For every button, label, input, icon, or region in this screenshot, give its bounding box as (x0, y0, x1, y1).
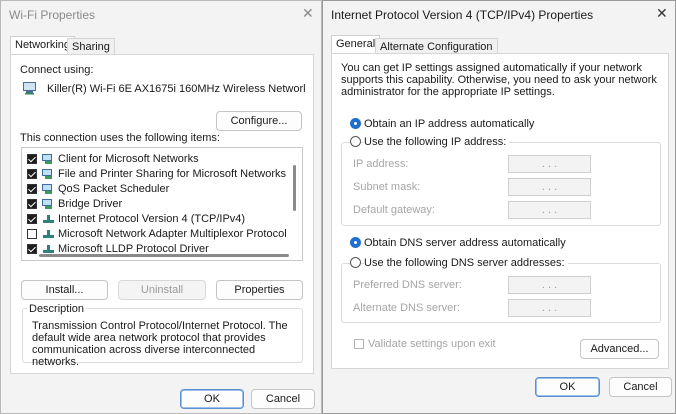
item-label: Internet Protocol Version 4 (TCP/IPv4) (58, 213, 246, 225)
intro-text: You can get IP settings assigned automat… (341, 62, 657, 98)
item-label: Bridge Driver (58, 198, 123, 210)
list-item[interactable]: File and Printer Sharing for Microsoft N… (23, 167, 291, 181)
validate-checkbox[interactable] (354, 339, 364, 349)
close-icon[interactable]: ✕ (302, 6, 314, 22)
list-hscrollbar[interactable] (39, 254, 289, 257)
item-label: QoS Packet Scheduler (58, 183, 170, 195)
advanced-button[interactable]: Advanced... (580, 339, 659, 359)
dns-auto-label[interactable]: Obtain DNS server address automatically (364, 237, 566, 249)
ip-auto-radio[interactable] (350, 118, 361, 129)
protocol-icon (42, 244, 55, 254)
item-label: Client for Microsoft Networks (58, 153, 199, 165)
window-title: Wi-Fi Properties (9, 8, 96, 22)
network-client-icon (42, 154, 55, 164)
ip-address-label: IP address: (353, 158, 409, 170)
window-title: Internet Protocol Version 4 (TCP/IPv4) P… (331, 8, 594, 22)
item-label: File and Printer Sharing for Microsoft N… (58, 168, 287, 180)
dns-manual-group (341, 263, 661, 323)
ip-manual-radio[interactable] (350, 136, 361, 147)
wifi-properties-window: Wi-Fi Properties ✕ Networking Sharing Co… (0, 0, 322, 414)
ip-manual-label[interactable]: Use the following IP address: (364, 136, 510, 148)
alternate-dns-label: Alternate DNS server: (353, 302, 460, 314)
list-item[interactable]: Microsoft Network Adapter Multiplexor Pr… (23, 227, 291, 241)
cancel-button[interactable]: Cancel (251, 389, 315, 409)
items-label: This connection uses the following items… (20, 132, 220, 144)
scheduler-icon (42, 184, 55, 194)
default-gateway-field[interactable]: . . . (508, 201, 591, 219)
list-item[interactable]: Internet Protocol Version 4 (TCP/IPv4) (23, 212, 291, 226)
alternate-dns-field[interactable]: . . . (508, 299, 591, 317)
item-checkbox[interactable] (27, 214, 37, 224)
dns-manual-label[interactable]: Use the following DNS server addresses: (364, 257, 568, 269)
protocol-icon (42, 214, 55, 224)
cancel-button[interactable]: Cancel (609, 377, 672, 397)
tab-networking[interactable]: Networking (10, 36, 76, 55)
configure-button[interactable]: Configure... (216, 111, 302, 131)
item-checkbox[interactable] (27, 169, 37, 179)
item-checkbox[interactable] (27, 199, 37, 209)
item-checkbox[interactable] (27, 184, 37, 194)
list-item[interactable]: Bridge Driver (23, 197, 291, 211)
item-label: Microsoft Network Adapter Multiplexor Pr… (58, 228, 287, 240)
list-scrollbar[interactable] (293, 165, 296, 211)
preferred-dns-field[interactable]: . . . (508, 276, 591, 294)
network-adapter-icon (23, 82, 37, 98)
description-text: Transmission Control Protocol/Internet P… (32, 320, 288, 368)
tab-general[interactable]: General (331, 35, 381, 54)
dns-manual-radio[interactable] (350, 257, 361, 268)
item-checkbox[interactable] (27, 244, 37, 254)
dns-auto-radio[interactable] (350, 237, 361, 248)
properties-button[interactable]: Properties (216, 280, 303, 300)
close-icon[interactable]: ✕ (656, 6, 668, 22)
item-checkbox[interactable] (27, 154, 37, 164)
ok-button[interactable]: OK (180, 389, 244, 409)
description-title: Description (27, 303, 87, 315)
ip-address-field[interactable]: . . . (508, 155, 591, 173)
subnet-mask-label: Subnet mask: (353, 181, 421, 193)
validate-label[interactable]: Validate settings upon exit (368, 338, 496, 350)
item-checkbox[interactable] (27, 229, 37, 239)
install-button[interactable]: Install... (21, 280, 108, 300)
default-gateway-label: Default gateway: (353, 204, 435, 216)
ip-auto-label[interactable]: Obtain an IP address automatically (364, 118, 534, 130)
subnet-mask-field[interactable]: . . . (508, 178, 591, 196)
protocol-icon (42, 229, 55, 239)
bridge-icon (42, 199, 55, 209)
ok-button[interactable]: OK (535, 377, 600, 397)
list-item[interactable]: QoS Packet Scheduler (23, 182, 291, 196)
preferred-dns-label: Preferred DNS server: (353, 279, 462, 291)
file-printer-sharing-icon (42, 169, 55, 179)
list-item[interactable]: Client for Microsoft Networks (23, 152, 291, 166)
connect-using-label: Connect using: (20, 64, 94, 76)
adapter-name: Killer(R) Wi-Fi 6E AX1675i 160MHz Wirele… (47, 83, 305, 95)
uninstall-button[interactable]: Uninstall (118, 280, 206, 300)
ipv4-properties-window: Internet Protocol Version 4 (TCP/IPv4) P… (322, 0, 676, 414)
